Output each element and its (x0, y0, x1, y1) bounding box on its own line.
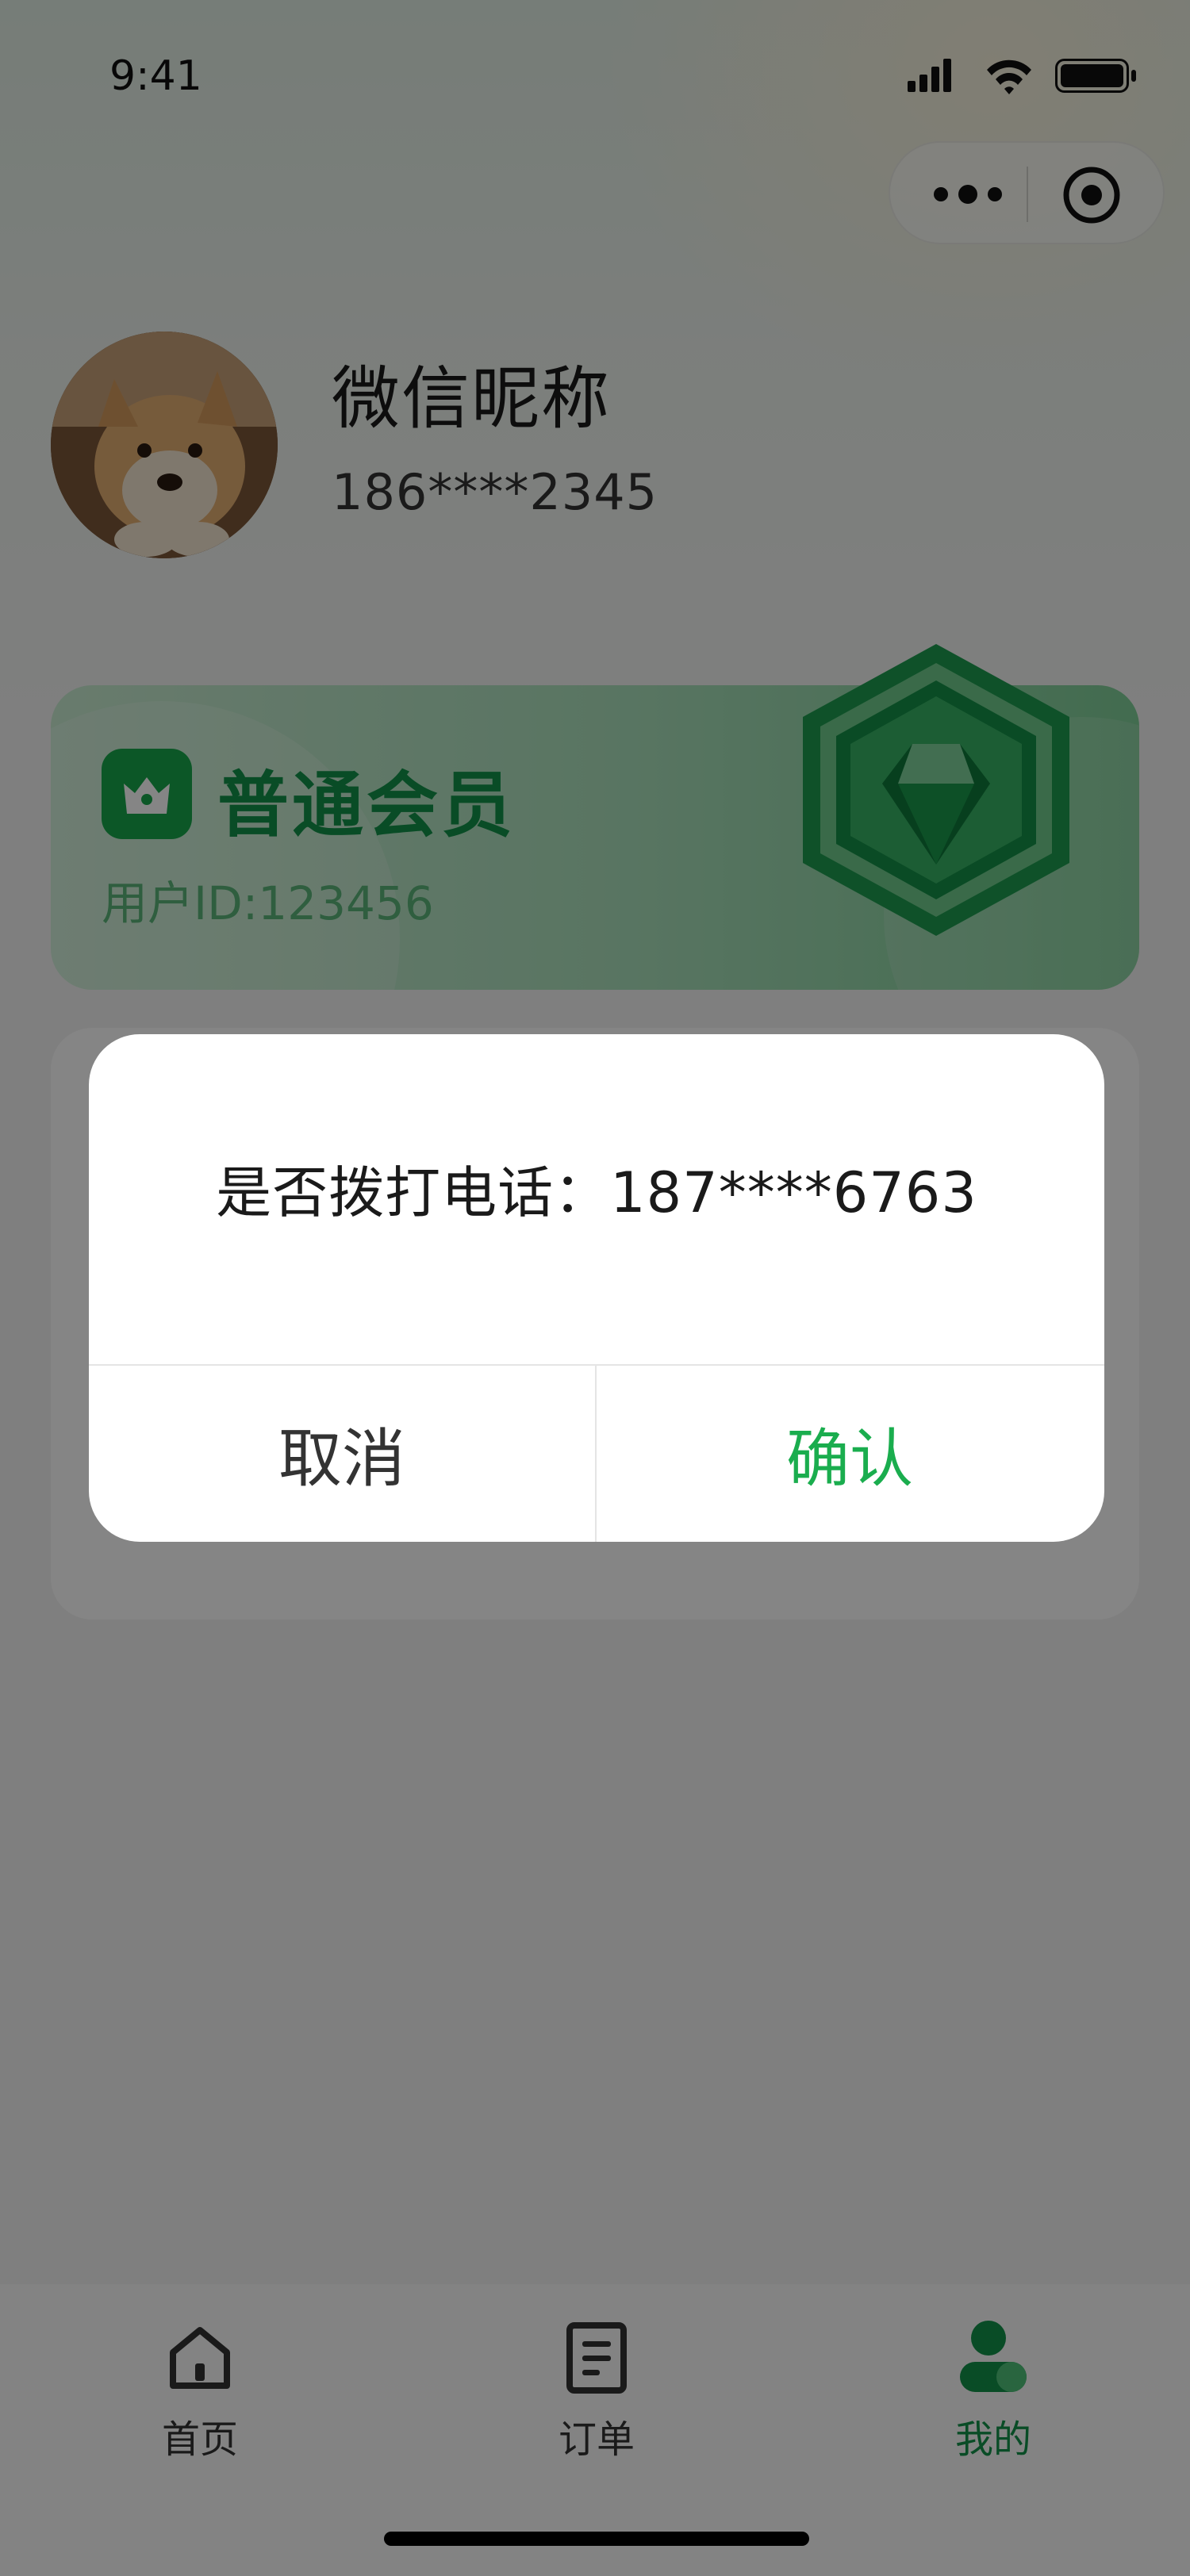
confirm-button[interactable]: 确认 (597, 1366, 1103, 1542)
cancel-button[interactable]: 取消 (89, 1366, 595, 1542)
call-confirm-dialog: 是否拨打电话：187****6763 取消 确认 (89, 1034, 1104, 1542)
dialog-message: 是否拨打电话：187****6763 (216, 1160, 977, 1225)
